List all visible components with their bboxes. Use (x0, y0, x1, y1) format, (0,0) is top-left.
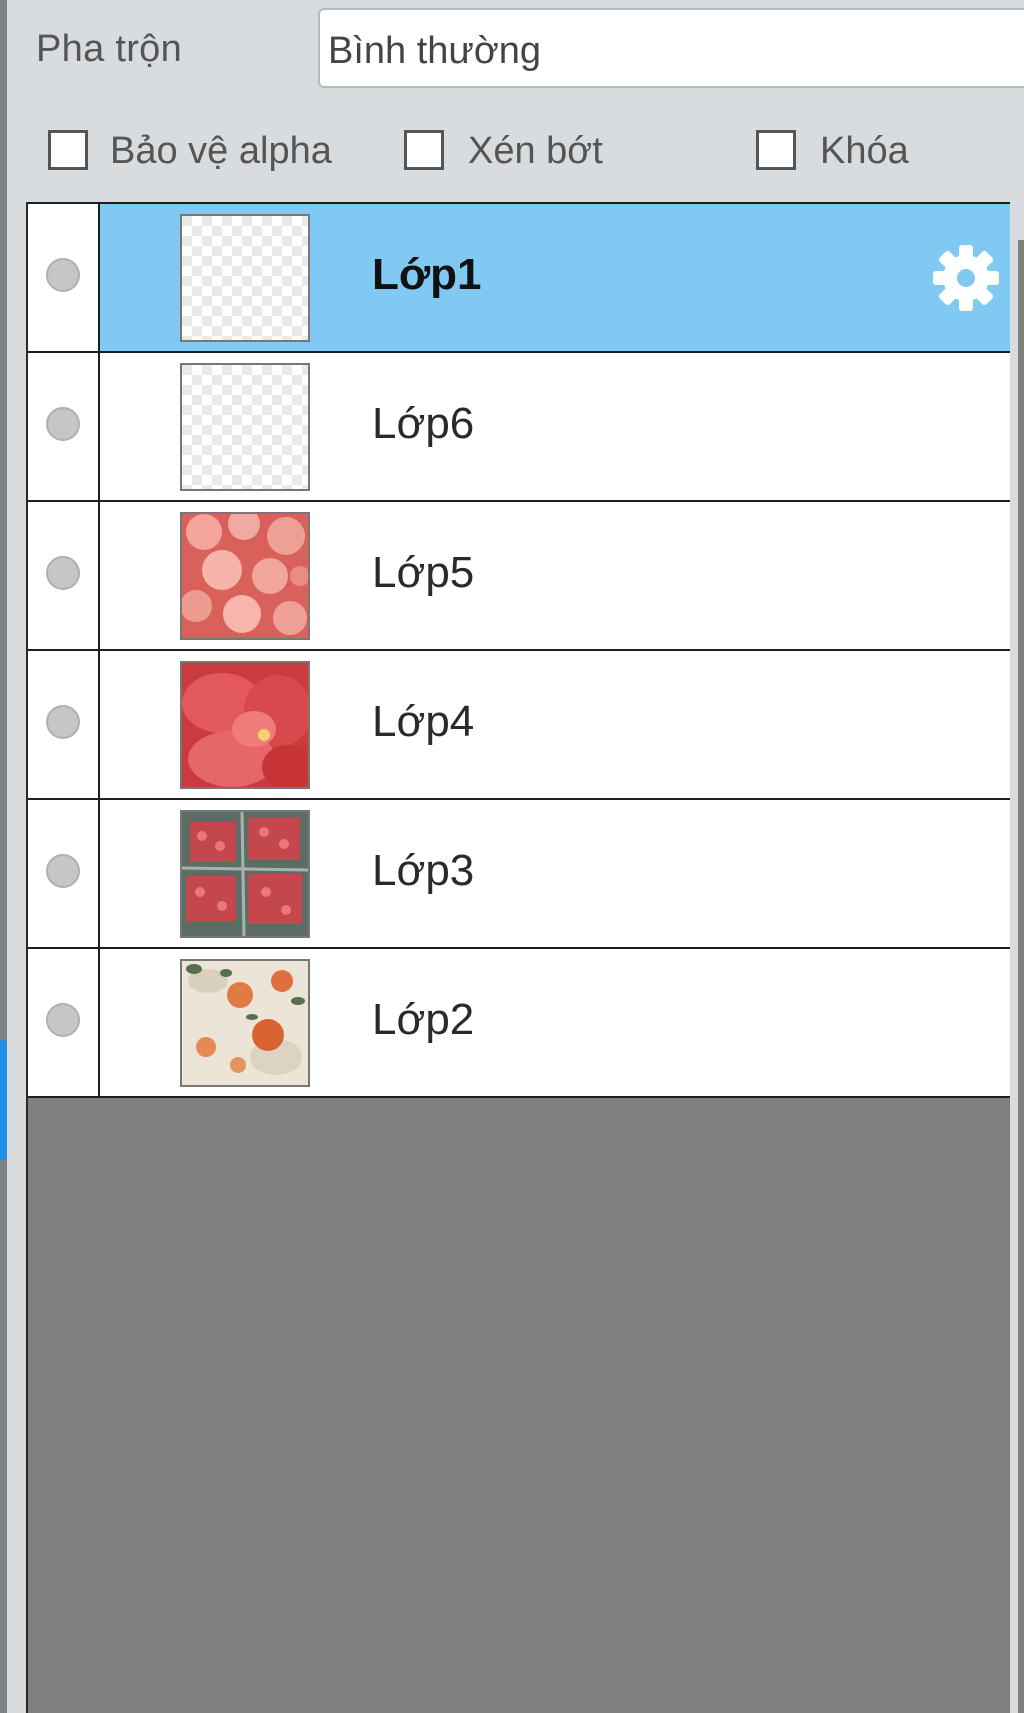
layer-row[interactable]: Lớp3 (28, 798, 1010, 947)
gear-icon[interactable] (930, 242, 1002, 314)
visibility-column (28, 949, 100, 1096)
visibility-toggle[interactable] (46, 407, 80, 441)
preserve-alpha-label: Bảo vệ alpha (110, 130, 332, 172)
layers-list: Lớp1 Lớp6 Lớp5 Lớp4 Lớp3 Lớp2 (26, 202, 1010, 1713)
lock-checkbox[interactable] (756, 130, 796, 170)
visibility-toggle[interactable] (46, 1003, 80, 1037)
layer-row[interactable]: Lớp4 (28, 649, 1010, 798)
preserve-alpha-option[interactable]: Bảo vệ alpha (48, 112, 348, 192)
layer-main-cell[interactable]: Lớp4 (100, 651, 1010, 798)
layer-name: Lớp2 (372, 995, 475, 1044)
visibility-column (28, 502, 100, 649)
layer-row[interactable]: Lớp1 (28, 202, 1010, 351)
active-tool-indicator (0, 1040, 7, 1160)
layer-main-cell[interactable]: Lớp5 (100, 502, 1010, 649)
visibility-toggle[interactable] (46, 556, 80, 590)
left-edge-strip (0, 0, 7, 1713)
clipping-checkbox[interactable] (404, 130, 444, 170)
layer-row[interactable]: Lớp5 (28, 500, 1010, 649)
visibility-toggle[interactable] (46, 854, 80, 888)
layer-row[interactable]: Lớp6 (28, 351, 1010, 500)
visibility-column (28, 651, 100, 798)
right-edge-strip (1018, 240, 1024, 1713)
lock-label: Khóa (820, 130, 909, 172)
layer-main-cell[interactable]: Lớp3 (100, 800, 1010, 947)
visibility-toggle[interactable] (46, 258, 80, 292)
layer-main-cell[interactable]: Lớp6 (100, 353, 1010, 500)
layer-options-row: Bảo vệ alpha Xén bớt Khóa (0, 112, 1024, 192)
layer-thumbnail (180, 959, 310, 1087)
visibility-column (28, 353, 100, 500)
blend-mode-value: Bình thường (328, 30, 542, 72)
clipping-label: Xén bớt (468, 130, 603, 172)
blend-mode-select[interactable]: Bình thường (318, 8, 1024, 88)
layer-name: Lớp4 (372, 697, 475, 746)
blend-mode-row: Pha trộn Bình thường (0, 0, 1024, 100)
layer-thumbnail (180, 363, 310, 491)
layer-name: Lớp3 (372, 846, 475, 895)
clipping-option[interactable]: Xén bớt (404, 112, 624, 192)
layer-row[interactable]: Lớp2 (28, 947, 1010, 1098)
layer-name: Lớp6 (372, 399, 475, 448)
layer-name: Lớp1 (372, 250, 482, 299)
visibility-column (28, 204, 100, 351)
blend-mode-label: Pha trộn (36, 28, 183, 70)
layer-thumbnail (180, 661, 310, 789)
lock-option[interactable]: Khóa (756, 112, 936, 192)
preserve-alpha-checkbox[interactable] (48, 130, 88, 170)
layer-thumbnail (180, 512, 310, 640)
layer-thumbnail (180, 214, 310, 342)
layer-main-cell[interactable]: Lớp2 (100, 949, 1010, 1096)
layer-thumbnail (180, 810, 310, 938)
visibility-column (28, 800, 100, 947)
visibility-toggle[interactable] (46, 705, 80, 739)
layer-main-cell[interactable]: Lớp1 (100, 204, 1010, 351)
layer-name: Lớp5 (372, 548, 475, 597)
